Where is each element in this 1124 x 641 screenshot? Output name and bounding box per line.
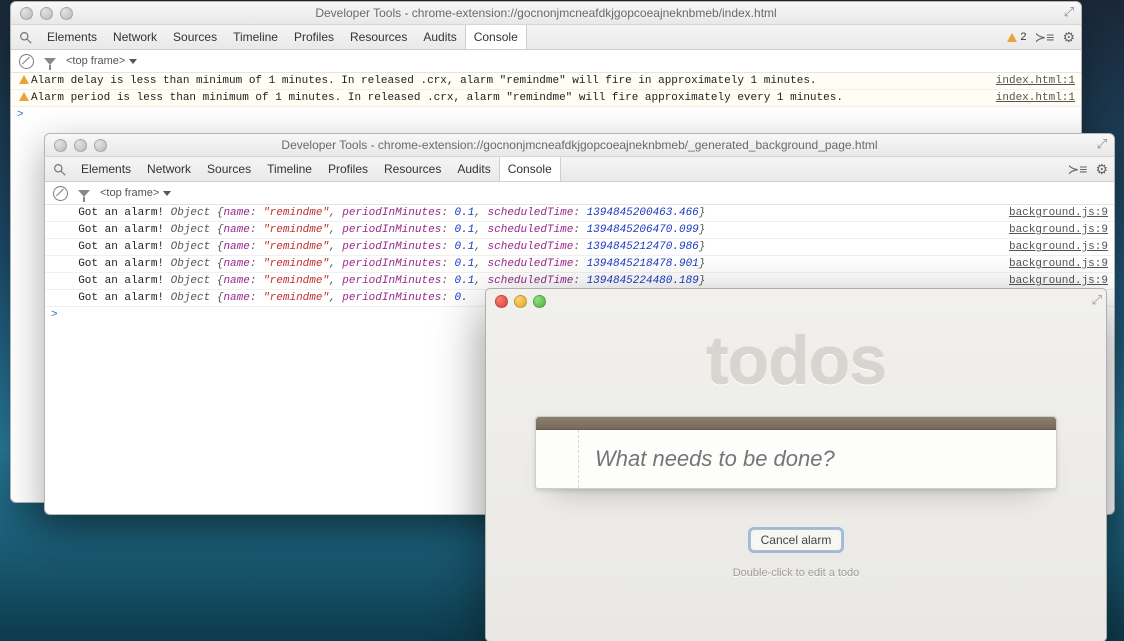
todo-card	[535, 416, 1057, 489]
chevron-down-icon	[163, 191, 171, 196]
console-source-link[interactable]: background.js:9	[1001, 222, 1108, 238]
console-source-link[interactable]: background.js:9	[1001, 205, 1108, 221]
tab-network[interactable]: Network	[105, 25, 165, 49]
close-dot[interactable]	[20, 7, 33, 20]
console-message: Got an alarm! Object {name: "remindme", …	[65, 273, 1001, 289]
zoom-dot[interactable]	[94, 139, 107, 152]
console-source-link[interactable]: index.html:1	[988, 90, 1075, 106]
zoom-dot[interactable]	[533, 295, 546, 308]
chevron-down-icon	[129, 59, 137, 64]
expand-icon[interactable]: ⤢	[1092, 292, 1102, 308]
filter-icon[interactable]	[78, 190, 90, 197]
tab-elements[interactable]: Elements	[39, 25, 105, 49]
drawer-icon[interactable]: ≻≡	[1035, 29, 1055, 46]
app-title: todos	[486, 322, 1106, 400]
console-source-link[interactable]: index.html:1	[988, 73, 1075, 89]
tab-console[interactable]: Console	[499, 157, 561, 181]
console-prompt[interactable]: >	[11, 107, 1081, 123]
console-message: Got an alarm! Object {name: "remindme", …	[65, 239, 1001, 255]
minimize-dot[interactable]	[514, 295, 527, 308]
devtools-tabbar: Elements Network Sources Timeline Profil…	[45, 157, 1114, 182]
console-message: Got an alarm! Object {name: "remindme", …	[65, 222, 1001, 238]
console-warning-row: Alarm delay is less than minimum of 1 mi…	[11, 73, 1081, 90]
console-warning-row: Alarm period is less than minimum of 1 m…	[11, 90, 1081, 107]
expand-icon[interactable]: ⤢	[1094, 136, 1110, 152]
console-source-link[interactable]: background.js:9	[1001, 239, 1108, 255]
warning-count[interactable]: 2	[1007, 31, 1026, 43]
tab-profiles[interactable]: Profiles	[320, 157, 376, 181]
tab-console[interactable]: Console	[465, 25, 527, 49]
clear-console-icon[interactable]	[19, 54, 34, 69]
frame-dropdown[interactable]: <top frame>	[66, 55, 137, 67]
cancel-alarm-button[interactable]: Cancel alarm	[750, 529, 843, 551]
tab-profiles[interactable]: Profiles	[286, 25, 342, 49]
tab-elements[interactable]: Elements	[73, 157, 139, 181]
settings-icon[interactable]: ⚙	[1095, 161, 1108, 178]
minimize-dot[interactable]	[74, 139, 87, 152]
traffic-lights	[486, 289, 1106, 308]
close-dot[interactable]	[54, 139, 67, 152]
warning-icon	[1007, 33, 1017, 42]
minimize-dot[interactable]	[40, 7, 53, 20]
console-message: Got an alarm! Object {name: "remindme", …	[65, 256, 1001, 272]
tab-timeline[interactable]: Timeline	[225, 25, 286, 49]
tab-sources[interactable]: Sources	[199, 157, 259, 181]
traffic-lights	[11, 7, 73, 20]
tab-audits[interactable]: Audits	[449, 157, 498, 181]
console-source-link[interactable]: background.js:9	[1001, 256, 1108, 272]
tab-resources[interactable]: Resources	[376, 157, 449, 181]
frame-dropdown[interactable]: <top frame>	[100, 187, 171, 199]
new-todo-input[interactable]	[579, 446, 1056, 472]
tab-resources[interactable]: Resources	[342, 25, 415, 49]
traffic-lights	[45, 139, 107, 152]
edit-hint: Double-click to edit a todo	[486, 567, 1106, 579]
todo-margin	[536, 430, 579, 488]
tab-sources[interactable]: Sources	[165, 25, 225, 49]
window-title: Developer Tools - chrome-extension://goc…	[45, 138, 1114, 152]
settings-icon[interactable]: ⚙	[1062, 29, 1075, 46]
console-log-row: Got an alarm! Object {name: "remindme", …	[45, 205, 1114, 222]
todo-input-row	[536, 430, 1056, 488]
console-log-row: Got an alarm! Object {name: "remindme", …	[45, 256, 1114, 273]
window-title: Developer Tools - chrome-extension://goc…	[11, 6, 1081, 20]
zoom-dot[interactable]	[60, 7, 73, 20]
console-message: Alarm period is less than minimum of 1 m…	[31, 90, 988, 106]
titlebar[interactable]: Developer Tools - chrome-extension://goc…	[45, 134, 1114, 157]
console-source-link[interactable]: background.js:9	[1001, 273, 1108, 289]
clear-console-icon[interactable]	[53, 186, 68, 201]
inspect-icon[interactable]	[51, 161, 67, 177]
warning-icon	[17, 90, 31, 101]
titlebar[interactable]: Developer Tools - chrome-extension://goc…	[11, 2, 1081, 25]
expand-icon[interactable]: ⤢	[1061, 4, 1077, 20]
console-message: Got an alarm! Object {name: "remindme", …	[65, 205, 1001, 221]
console-filterbar: <top frame>	[45, 182, 1114, 205]
todos-app-window: ⤢ todos Cancel alarm Double-click to edi…	[485, 288, 1107, 641]
warning-icon	[17, 73, 31, 84]
close-dot[interactable]	[495, 295, 508, 308]
inspect-icon[interactable]	[17, 29, 33, 45]
console-log-row: Got an alarm! Object {name: "remindme", …	[45, 222, 1114, 239]
console-filterbar: <top frame>	[11, 50, 1081, 73]
tab-network[interactable]: Network	[139, 157, 199, 181]
todo-card-header	[536, 417, 1056, 430]
tab-timeline[interactable]: Timeline	[259, 157, 320, 181]
drawer-icon[interactable]: ≻≡	[1068, 161, 1088, 178]
console-body[interactable]: Alarm delay is less than minimum of 1 mi…	[11, 73, 1081, 123]
devtools-tabbar: Elements Network Sources Timeline Profil…	[11, 25, 1081, 50]
tab-audits[interactable]: Audits	[415, 25, 464, 49]
filter-icon[interactable]	[44, 58, 56, 65]
console-message: Alarm delay is less than minimum of 1 mi…	[31, 73, 988, 89]
console-log-row: Got an alarm! Object {name: "remindme", …	[45, 239, 1114, 256]
